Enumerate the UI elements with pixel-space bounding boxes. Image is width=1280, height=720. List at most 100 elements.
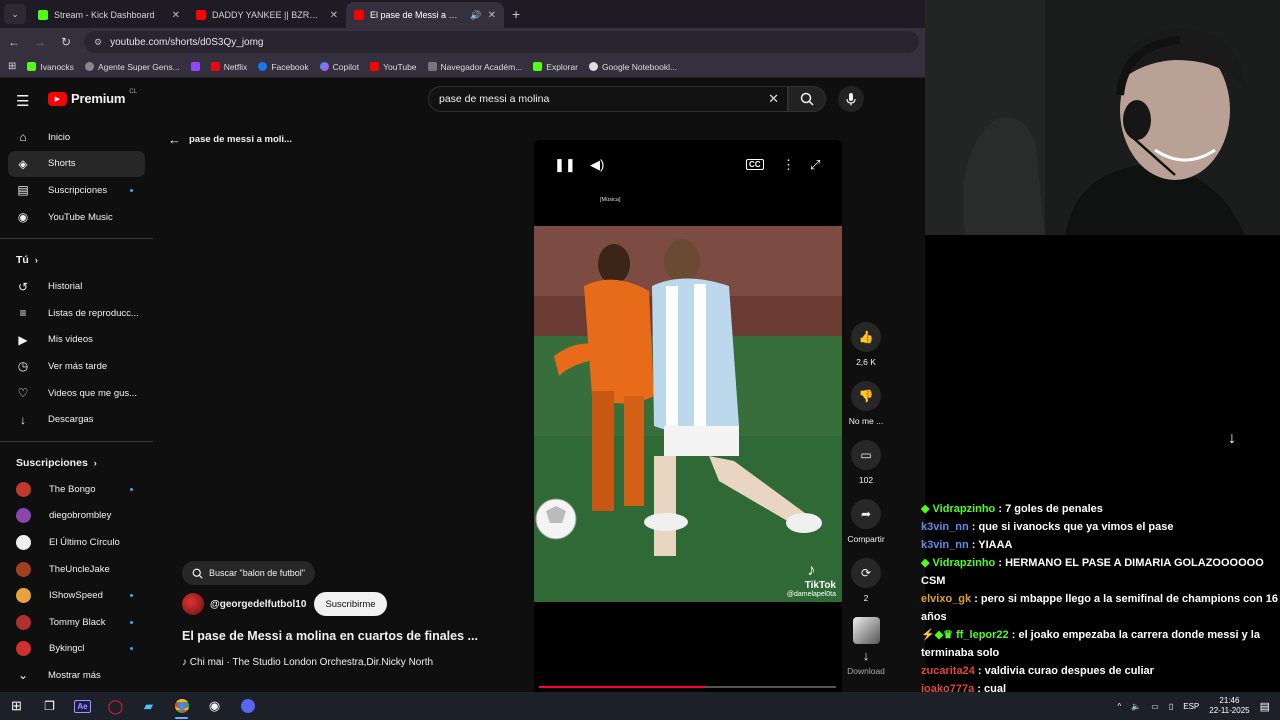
music-line[interactable]: ♪ Chi mai · The Studio London Orchestra,… [182,657,433,668]
show-more-button[interactable]: ⌄ Mostrar más [0,662,153,689]
volume-tray-icon[interactable]: 🔈 [1131,702,1141,711]
channel-avatar[interactable] [182,593,204,615]
back-icon[interactable]: ← [6,35,22,49]
sidebar-item-suscripciones[interactable]: ▤ Suscripciones [0,177,153,204]
discord-icon[interactable] [231,692,264,720]
sidebar-item-descargas[interactable]: ↓ Descargas [0,406,153,433]
language-indicator[interactable]: ESP [1183,702,1199,711]
sidebar-item-ver-mas-tarde[interactable]: ◷ Ver más tarde [0,353,153,380]
close-tab-icon[interactable]: ✕ [172,10,180,21]
audio-thumbnail[interactable] [852,617,880,644]
volume-icon[interactable]: ◀) [590,157,604,173]
close-tab-icon[interactable]: ✕ [330,10,338,21]
opera-icon[interactable]: ◯ [99,692,132,720]
chat-username[interactable]: k3vin_nn [921,521,969,533]
apps-icon[interactable]: ⊞ [8,61,16,72]
notifications-icon[interactable]: ▤ [1260,700,1270,713]
clock[interactable]: 21:46 22-11-2025 [1209,696,1249,716]
related-search-chip[interactable]: Buscar "balon de futbol" [182,561,315,585]
chat-username[interactable]: Vidrapzinho [933,557,996,569]
comments-action[interactable]: ▭ 102 [842,440,890,485]
comment-icon[interactable]: ▭ [851,440,881,470]
remix-icon[interactable]: ⟳ [851,558,881,588]
search-input[interactable]: pase de messi a molina ✕ [428,86,788,112]
bookmark-netflix[interactable]: Netflix [210,62,247,72]
sub-theunclejake[interactable]: TheUncleJake [0,556,153,583]
like-icon[interactable]: 👍 [851,322,881,352]
progress-bar[interactable] [539,686,836,688]
sub-tommy-black[interactable]: Tommy Black [0,609,153,636]
share-icon[interactable]: ➦ [851,499,881,529]
download-arrow-icon[interactable]: ↓ [863,648,870,663]
section-suscripciones[interactable]: Suscripciones › [0,450,153,476]
sub-the-bongo[interactable]: The Bongo [0,476,153,503]
sidebar-item-shorts[interactable]: ◈ Shorts [8,150,145,178]
reload-icon[interactable]: ↻ [58,35,74,49]
bookmark-twitch[interactable] [190,62,200,71]
chat-username[interactable]: ff_lepor22 [956,629,1009,641]
video-frame[interactable]: ♪ TikTok @damelapel0ta [534,226,842,602]
tab-messi-pase[interactable]: El pase de Messi a molina e 🔊 ✕ [346,2,504,28]
clear-search-icon[interactable]: ✕ [768,91,779,107]
tab-search-icon[interactable]: ⌄ [4,4,26,24]
dislike-action[interactable]: 👎 No me ... [842,381,890,426]
search-button[interactable] [788,86,826,112]
bookmark-agente[interactable]: Agente Super Gens... [84,62,180,72]
back-to-results[interactable]: ← pase de messi a moli... [168,132,292,147]
obs-icon[interactable]: ◉ [198,692,231,720]
chrome-icon[interactable] [165,692,198,720]
captions-icon[interactable]: CC [746,159,764,170]
battery-icon[interactable]: ▯ [1169,702,1173,711]
more-options-icon[interactable]: ⋮ [782,157,795,173]
chat-scroll-down-icon[interactable]: ↓ [1228,430,1236,448]
bookmark-notebooklm[interactable]: Google Notebookl... [588,62,677,72]
forward-icon[interactable]: → [32,35,48,49]
chat-username[interactable]: Vidrapzinho [933,503,996,515]
shorts-player[interactable]: ❚❚ ◀) CC ⋮ ⤢ [Música] ♪ TikTok @damelape… [534,140,842,692]
like-action[interactable]: 👍 2,6 K [842,322,890,367]
after-effects-icon[interactable]: Ae [66,692,99,720]
remix-action[interactable]: ⟳ 2 [842,558,890,603]
network-icon[interactable]: ▭ [1151,702,1159,711]
share-action[interactable]: ➦ Compartir [842,499,890,544]
sub-el-ultimo-circulo[interactable]: El Último Círculo [0,529,153,556]
bookmark-youtube[interactable]: YouTube [370,62,417,72]
bookmark-ivanocks[interactable]: Ivanocks [27,62,74,72]
menu-icon[interactable]: ☰ [16,92,29,110]
app-icon[interactable]: ▰ [132,692,165,720]
pause-icon[interactable]: ❚❚ [554,157,576,173]
sidebar-item-inicio[interactable]: ⌂ Inicio [0,124,153,151]
chat-username[interactable]: elvixo_gk [921,593,971,605]
bookmark-copilot[interactable]: Copilot [319,62,359,72]
sidebar-item-liked[interactable]: ♡ Videos que me gus... [0,380,153,407]
voice-search-button[interactable] [838,86,864,112]
task-view-icon[interactable]: ❐ [33,692,66,720]
chat-username[interactable]: k3vin_nn [921,539,969,551]
tab-daddy-yankee[interactable]: DADDY YANKEE || BZRP Music Se ✕ [188,2,346,28]
tab-audio-icon[interactable]: 🔊 [470,10,481,21]
channel-name[interactable]: @georgedelfutbol10 [210,599,306,610]
bookmark-facebook[interactable]: Facebook [258,62,309,72]
bookmark-explorar[interactable]: Explorar [533,62,578,72]
close-tab-icon[interactable]: ✕ [488,10,496,21]
dislike-icon[interactable]: 👎 [851,381,881,411]
sidebar-item-historial[interactable]: ↺ Historial [0,273,153,300]
video-title[interactable]: El pase de Messi a molina en cuartos de … [182,629,478,643]
site-info-icon[interactable]: ⚙ [94,37,102,48]
sub-ishowspeed[interactable]: IShowSpeed [0,582,153,609]
download-action[interactable]: ↓ Download [842,617,890,676]
tab-kick-dashboard[interactable]: Stream - Kick Dashboard ✕ [30,2,188,28]
sidebar-item-mis-videos[interactable]: ▶ Mis videos [0,327,153,354]
section-tu[interactable]: Tú › [0,247,153,273]
bookmark-navegador[interactable]: Navegador Académ... [427,62,522,72]
chat-username[interactable]: zucarita24 [921,665,975,677]
subscribe-button[interactable]: Suscribirme [314,592,387,616]
windows-start-icon[interactable]: ⊞ [0,692,33,720]
new-tab-icon[interactable]: + [512,6,520,22]
sub-diegobrombley[interactable]: diegobrombley [0,503,153,530]
youtube-logo[interactable]: ▶ Premium CL [48,89,137,106]
sidebar-item-youtube-music[interactable]: ◉ YouTube Music [0,204,153,231]
sidebar-item-listas[interactable]: ≡ Listas de reproducc... [0,300,153,327]
fullscreen-icon[interactable]: ⤢ [810,157,820,173]
address-bar[interactable]: ⚙ youtube.com/shorts/d0S3Qy_jomg [84,31,919,53]
